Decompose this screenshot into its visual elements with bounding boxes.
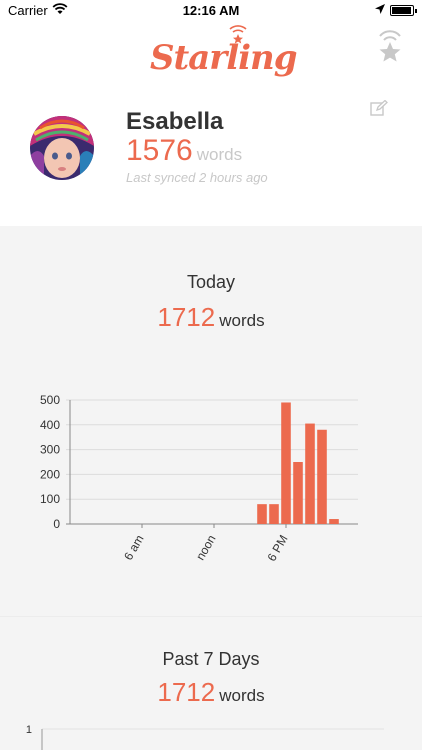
y-tick-label: 100 — [40, 492, 60, 506]
app-logo: Starling — [130, 24, 298, 84]
child-name: Esabella — [126, 108, 224, 135]
y-tick-label: 400 — [40, 418, 60, 432]
y-tick-label: 200 — [40, 467, 60, 481]
last-synced-text: Last synced 2 hours ago — [126, 170, 268, 185]
today-chart-svg: 0 100 200 300 400 500 6 am noon 6 PM — [40, 393, 358, 564]
today-title: Today — [186, 272, 236, 292]
y-tick-label: 500 — [40, 393, 60, 407]
profile-card: Esabella 1576 words Last synced 2 hours a… — [0, 88, 422, 226]
past-7-days-count-unit: words — [219, 686, 265, 705]
past-7-days-count-value: 1712 — [157, 677, 216, 707]
profile-word-count-unit: words — [196, 145, 243, 164]
y-tick-label: 300 — [40, 443, 60, 457]
past-7-days-count: 1712 words — [0, 677, 422, 708]
battery-icon — [390, 5, 417, 16]
location-arrow-icon — [375, 4, 385, 14]
today-chart: 0 100 200 300 400 500 6 am noon 6 PM — [0, 378, 422, 616]
past-7-days-chart: 1 — [26, 724, 384, 750]
today-section: Today 1712 words 0 100 200 300 400 500 6 am noon… — [0, 226, 422, 616]
profile-word-count: 1576 words — [126, 134, 242, 168]
logo-signal-star-icon — [229, 25, 247, 44]
past-7-days-title: Past 7 Days — [162, 649, 260, 669]
x-tick-label: 6 am — [121, 533, 146, 563]
bar — [269, 504, 279, 524]
past-7-days-y-tick: 1 — [26, 724, 32, 736]
past-7-days-section: Past 7 Days 1712 words 1 — [0, 616, 422, 750]
x-tick-label: 6 PM — [264, 533, 290, 564]
bar — [317, 429, 327, 524]
today-count: 1712 words — [0, 302, 422, 333]
bar — [329, 519, 339, 524]
favorite-star-icon[interactable] — [374, 28, 406, 68]
edit-icon[interactable] — [370, 100, 388, 116]
bar — [281, 402, 291, 524]
today-count-value: 1712 — [157, 302, 216, 332]
status-time: 12:16 AM — [182, 3, 240, 18]
profile-word-count-value: 1576 — [126, 134, 193, 167]
avatar-image — [30, 116, 94, 180]
avatar[interactable] — [30, 116, 94, 180]
today-count-unit: words — [219, 311, 265, 330]
y-tick-label: 0 — [53, 517, 60, 531]
status-bar: Carrier 12:16 AM — [0, 0, 422, 22]
bar — [305, 423, 315, 524]
bar — [257, 504, 267, 524]
x-tick-label: noon — [193, 533, 218, 563]
bar — [293, 462, 303, 524]
